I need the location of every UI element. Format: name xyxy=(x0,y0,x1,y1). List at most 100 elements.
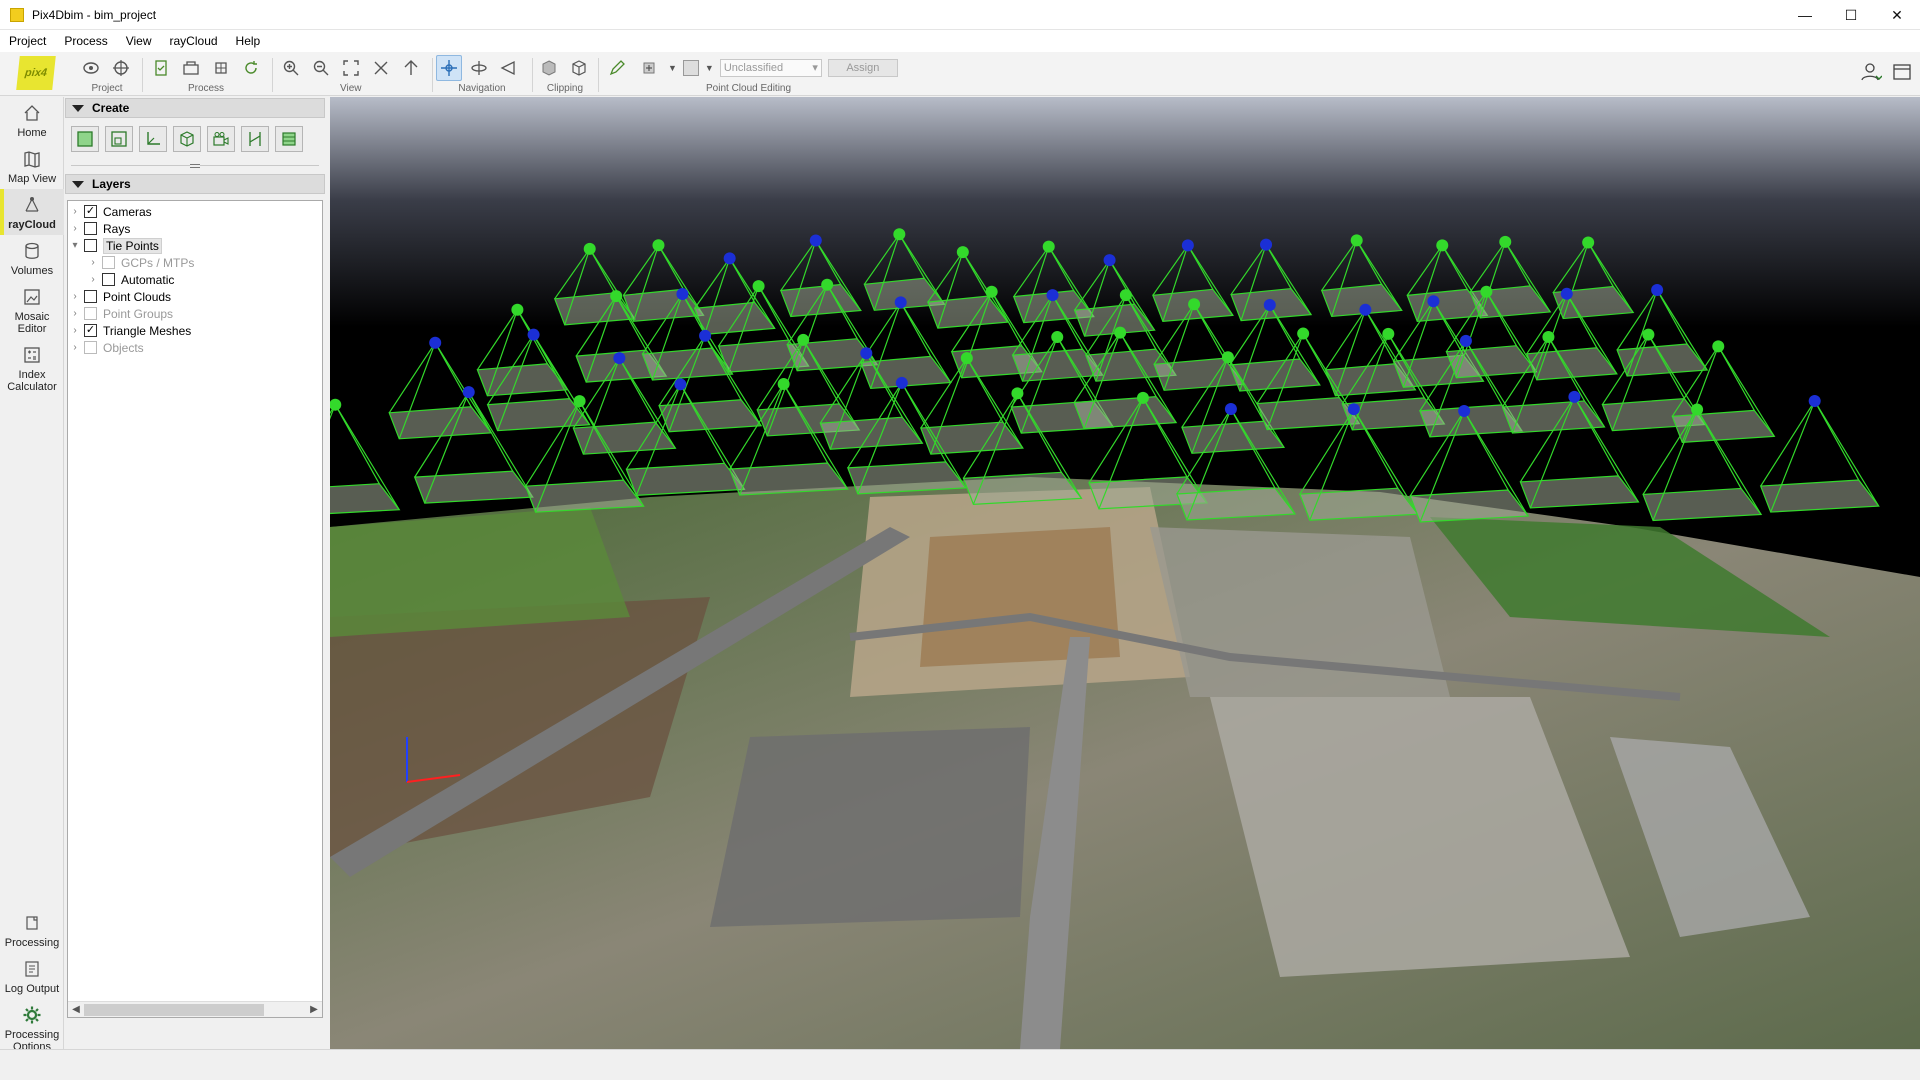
panel-splitter[interactable] xyxy=(65,160,325,172)
camera-position[interactable] xyxy=(1359,303,1372,316)
camera-position[interactable] xyxy=(1042,240,1055,253)
layer-checkbox[interactable]: ✓ xyxy=(84,324,97,337)
edit-pen-icon[interactable] xyxy=(604,55,630,81)
camera-position[interactable] xyxy=(583,242,596,255)
camera-position[interactable] xyxy=(1436,239,1449,252)
assign-button[interactable]: Assign xyxy=(827,59,898,77)
camera-position[interactable] xyxy=(1427,295,1440,308)
minimize-button[interactable]: — xyxy=(1782,0,1828,30)
create-volume-icon[interactable] xyxy=(173,126,201,152)
nav-volumes[interactable]: Volumes xyxy=(0,235,64,281)
camera-position[interactable] xyxy=(1260,238,1273,251)
layer-item[interactable]: › Rays xyxy=(68,220,322,237)
create-orthoplane-icon[interactable] xyxy=(275,126,303,152)
chevron-down-icon[interactable]: ▼ xyxy=(668,63,677,73)
camera-position[interactable] xyxy=(1181,239,1194,252)
layer-checkbox[interactable] xyxy=(84,239,97,252)
camera-position[interactable] xyxy=(613,352,626,365)
camera-position[interactable] xyxy=(1712,340,1725,353)
maximize-button[interactable]: ☐ xyxy=(1828,0,1874,30)
nav-processing[interactable]: Processing xyxy=(0,907,64,953)
scroll-left-icon[interactable]: ◀ xyxy=(68,1004,84,1015)
camera-position[interactable] xyxy=(723,252,736,265)
layer-item[interactable]: ▾ Tie Points xyxy=(68,237,322,254)
chevron-right-icon[interactable]: › xyxy=(86,257,100,268)
panel-toggle-icon[interactable] xyxy=(1892,62,1912,85)
camera-position[interactable] xyxy=(809,234,822,247)
menu-help[interactable]: Help xyxy=(227,30,270,52)
nav-log-output[interactable]: Log Output xyxy=(0,953,64,999)
camera-position[interactable] xyxy=(1136,391,1149,404)
chevron-right-icon[interactable]: › xyxy=(86,274,100,285)
scroll-right-icon[interactable]: ▶ xyxy=(306,1004,322,1015)
camera-position[interactable] xyxy=(573,395,586,408)
layer-item[interactable]: › Point Clouds xyxy=(68,288,322,305)
camera-position[interactable] xyxy=(1560,287,1573,300)
chevron-right-icon[interactable]: › xyxy=(68,325,82,336)
chevron-right-icon[interactable]: › xyxy=(68,308,82,319)
camera-position[interactable] xyxy=(985,285,998,298)
scroll-thumb[interactable] xyxy=(84,1004,264,1016)
camera-position[interactable] xyxy=(1382,327,1395,340)
layer-checkbox[interactable] xyxy=(84,307,97,320)
camera-position[interactable] xyxy=(1051,331,1064,344)
camera-position[interactable] xyxy=(1651,284,1664,297)
zoom-out-icon[interactable] xyxy=(308,55,334,81)
navigation-standard-icon[interactable] xyxy=(436,55,462,81)
layer-checkbox[interactable] xyxy=(84,222,97,235)
navigation-fly-icon[interactable] xyxy=(496,55,522,81)
class-select[interactable]: Unclassified xyxy=(719,59,822,77)
camera-position[interactable] xyxy=(1691,403,1704,416)
layer-checkbox[interactable] xyxy=(102,273,115,286)
camera-position[interactable] xyxy=(699,329,712,342)
zoom-extent-icon[interactable] xyxy=(338,55,364,81)
menu-view[interactable]: View xyxy=(117,30,161,52)
camera-position[interactable] xyxy=(1224,402,1237,415)
camera-position[interactable] xyxy=(429,336,442,349)
camera-position[interactable] xyxy=(752,280,765,293)
menu-process[interactable]: Process xyxy=(55,30,116,52)
user-account-icon[interactable] xyxy=(1860,62,1883,85)
chevron-right-icon[interactable]: › xyxy=(68,206,82,217)
layer-item[interactable]: › ✓ Cameras xyxy=(68,203,322,220)
layer-checkbox[interactable] xyxy=(84,290,97,303)
camera-position[interactable] xyxy=(895,376,908,389)
process-step3-icon[interactable] xyxy=(208,55,234,81)
create-scale-icon[interactable] xyxy=(241,126,269,152)
close-button[interactable]: ✕ xyxy=(1874,0,1920,30)
camera-position[interactable] xyxy=(462,386,475,399)
layer-item[interactable]: › GCPs / MTPs xyxy=(68,254,322,271)
camera-position[interactable] xyxy=(1480,285,1493,298)
create-axis-icon[interactable] xyxy=(139,126,167,152)
camera-position[interactable] xyxy=(674,378,687,391)
camera-position[interactable] xyxy=(860,347,873,360)
camera-position[interactable] xyxy=(1542,330,1555,343)
chevron-right-icon[interactable]: › xyxy=(68,291,82,302)
nav-mosaic-editor[interactable]: Mosaic Editor xyxy=(0,281,64,339)
target-icon[interactable] xyxy=(108,55,134,81)
horizontal-scrollbar[interactable]: ◀ ▶ xyxy=(68,1001,322,1017)
chevron-right-icon[interactable]: › xyxy=(68,342,82,353)
camera-position[interactable] xyxy=(1582,236,1595,249)
camera-position[interactable] xyxy=(1297,327,1310,340)
open-project-icon[interactable] xyxy=(78,55,104,81)
nav-home[interactable]: Home xyxy=(0,97,64,143)
chevron-right-icon[interactable]: › xyxy=(68,223,82,234)
layers-section-header[interactable]: Layers xyxy=(65,174,325,194)
camera-position[interactable] xyxy=(1808,395,1821,408)
camera-position[interactable] xyxy=(1188,298,1201,311)
layer-checkbox[interactable]: ✓ xyxy=(84,205,97,218)
top-view-icon[interactable] xyxy=(398,55,424,81)
chevron-down-icon[interactable]: ▼ xyxy=(705,63,714,73)
chevron-down-icon[interactable]: ▾ xyxy=(68,240,82,251)
layer-item[interactable]: › ✓ Triangle Meshes xyxy=(68,322,322,339)
camera-position[interactable] xyxy=(1642,328,1655,341)
class-color-swatch[interactable] xyxy=(682,60,699,76)
clipping-box-icon[interactable] xyxy=(536,55,562,81)
nav-map-view[interactable]: Map View xyxy=(0,143,64,189)
camera-position[interactable] xyxy=(894,296,907,309)
camera-position[interactable] xyxy=(1459,334,1472,347)
nav-raycloud[interactable]: rayCloud xyxy=(0,189,64,235)
fit-selection-icon[interactable] xyxy=(368,55,394,81)
zoom-in-icon[interactable] xyxy=(278,55,304,81)
